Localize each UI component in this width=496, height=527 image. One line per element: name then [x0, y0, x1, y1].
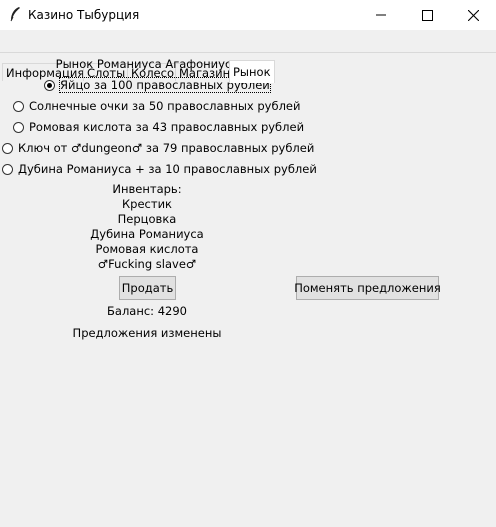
close-button[interactable]	[450, 0, 496, 30]
offer-radio-club[interactable]: Дубина Романиуса + за 10 православных ру…	[2, 160, 317, 178]
maximize-button[interactable]	[404, 0, 450, 30]
feather-app-icon	[10, 7, 20, 22]
inventory-item: Ромовая кислота	[95, 242, 199, 256]
radio-icon	[13, 121, 24, 133]
radio-icon	[13, 100, 24, 112]
offer-radio-dungeon-key[interactable]: Ключ от ♂dungeon♂ за 79 православных руб…	[2, 139, 314, 157]
balance-label: Баланс: 4290	[107, 304, 187, 318]
tab-divider	[0, 52, 496, 53]
offer-label: Дубина Романиуса + за 10 православных ру…	[18, 162, 317, 176]
radio-icon	[2, 163, 13, 175]
minimize-icon	[376, 14, 386, 16]
notebook-tabs: Информация Слоты Колесо Магазин Рынок	[0, 30, 496, 83]
window-title: Казино Тыбурция	[28, 8, 140, 22]
inventory-item: Крестик	[122, 197, 172, 211]
status-message: Предложения изменены	[72, 326, 222, 340]
inventory-heading: Инвентарь:	[112, 182, 182, 196]
inventory-item: Перцовка	[117, 212, 177, 226]
maximize-icon	[421, 9, 433, 21]
market-header: Рынок Романиуса Агафониуса	[55, 57, 239, 71]
tab-market[interactable]: Рынок	[229, 60, 275, 83]
radio-icon	[2, 142, 13, 154]
offer-radio-sunglasses[interactable]: Солнечные очки за 50 православных рублей	[13, 97, 300, 115]
inventory-item: Дубина Романиуса	[90, 227, 204, 241]
radio-selected-icon	[44, 79, 55, 91]
offer-radio-rum-acid[interactable]: Ромовая кислота за 43 православных рубле…	[13, 118, 304, 136]
change-offers-button[interactable]: Поменять предложения	[294, 276, 441, 300]
inventory-item: ♂Fucking slave♂	[97, 257, 197, 271]
title-bar: Казино Тыбурция	[0, 0, 496, 30]
sell-button[interactable]: Продать	[119, 276, 176, 300]
minimize-button[interactable]	[358, 0, 404, 30]
offer-label: Ромовая кислота за 43 православных рубле…	[29, 120, 305, 134]
offer-label: Ключ от ♂dungeon♂ за 79 православных руб…	[18, 141, 315, 155]
close-icon	[467, 9, 479, 21]
offer-label: Солнечные очки за 50 православных рублей	[29, 99, 301, 113]
